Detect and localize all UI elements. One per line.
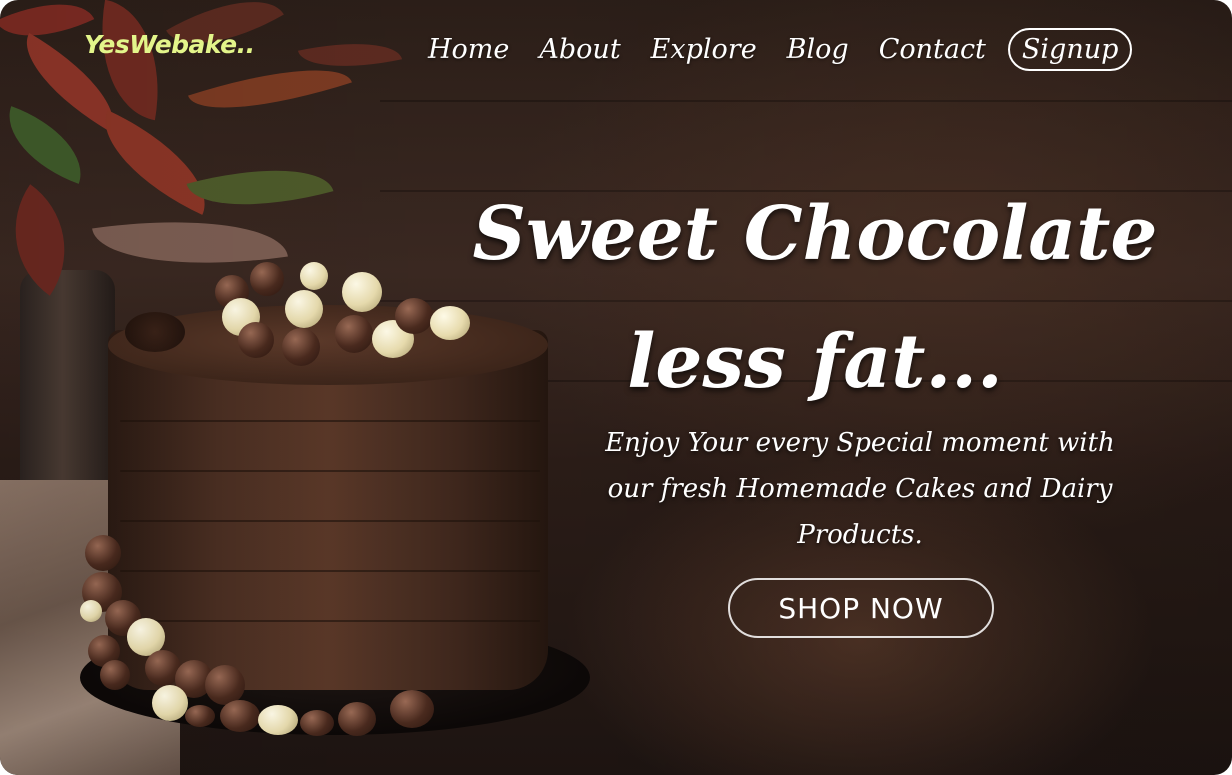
nav-item-home[interactable]: Home bbox=[428, 34, 509, 65]
subtitle-line-2: our fresh Homemade Cakes and Dairy bbox=[607, 474, 1113, 504]
hero-headline: Sweet Chocolate less fat... bbox=[470, 170, 1160, 426]
brand-logo[interactable]: YesWebake.. bbox=[84, 30, 255, 59]
subtitle-line-1: Enjoy Your every Special moment with bbox=[605, 428, 1115, 458]
hero-section: YesWebake.. Home About Explore Blog Cont… bbox=[0, 0, 1232, 775]
nav-item-contact[interactable]: Contact bbox=[879, 34, 986, 65]
nav-item-explore[interactable]: Explore bbox=[651, 34, 757, 65]
headline-line-2: less fat... bbox=[627, 319, 1003, 405]
hero-subtitle: Enjoy Your every Special moment with our… bbox=[540, 420, 1180, 558]
subtitle-line-3: Products. bbox=[797, 520, 923, 550]
shop-now-button[interactable]: SHOP NOW bbox=[728, 578, 994, 638]
nav-item-about[interactable]: About bbox=[539, 34, 620, 65]
headline-line-1: Sweet Chocolate bbox=[472, 191, 1158, 277]
main-nav: Home About Explore Blog Contact Signup bbox=[428, 28, 1133, 71]
nav-item-blog[interactable]: Blog bbox=[787, 34, 849, 65]
signup-button[interactable]: Signup bbox=[1007, 28, 1133, 71]
